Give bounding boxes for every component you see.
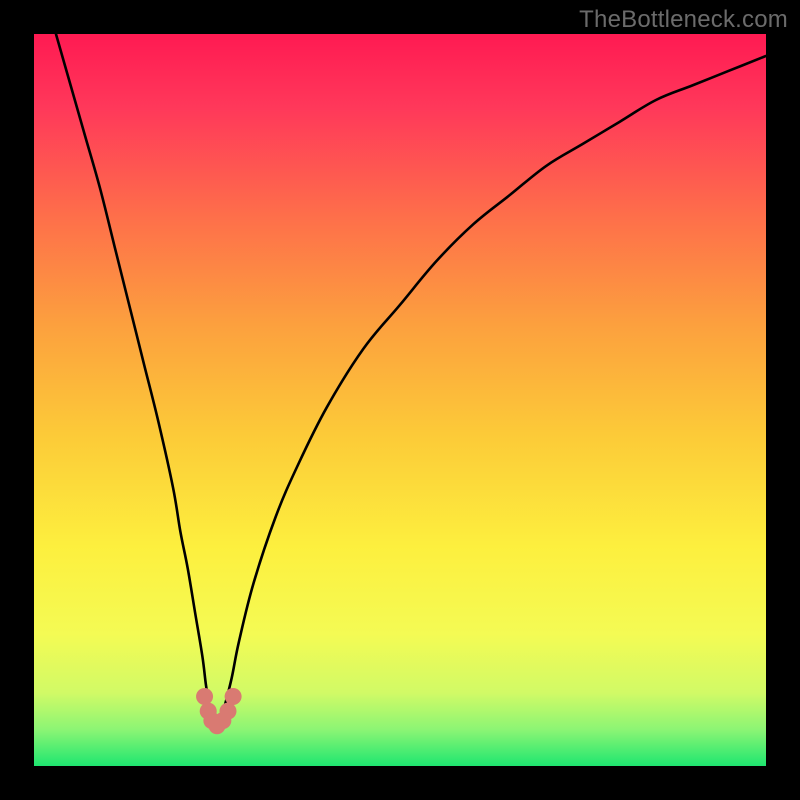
chart-curve-layer	[34, 34, 766, 766]
chart-area	[34, 34, 766, 766]
optimal-zone-marker	[225, 688, 242, 705]
watermark-text: TheBottleneck.com	[579, 6, 788, 34]
optimal-zone-marker	[196, 688, 213, 705]
bottleneck-curve	[56, 34, 766, 729]
optimal-zone-marker	[219, 703, 236, 720]
optimal-zone-markers	[196, 688, 242, 734]
